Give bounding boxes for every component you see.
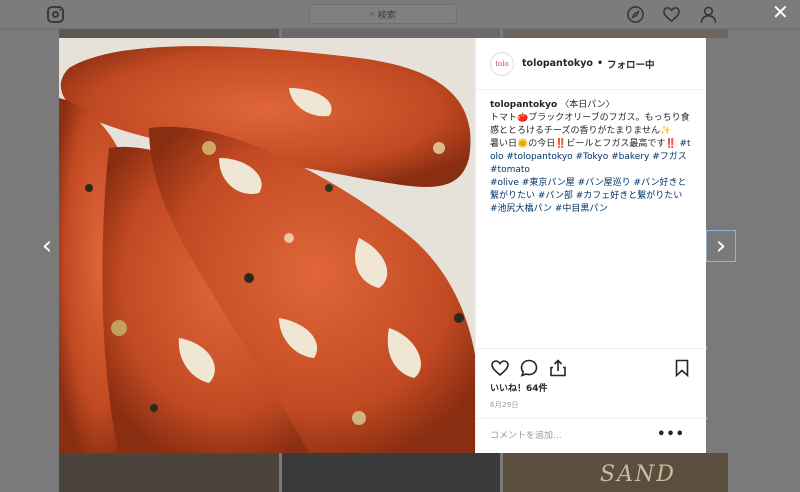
close-icon[interactable]: ✕ bbox=[772, 2, 789, 22]
post-sidebar: tolo tolopantokyo • フォロー中 tolopantokyo 〈本… bbox=[475, 38, 707, 453]
post-modal: tolo tolopantokyo • フォロー中 tolopantokyo 〈本… bbox=[59, 38, 707, 453]
background-photo-tile bbox=[282, 29, 500, 38]
caption-hashtags[interactable]: #olive #東京パン屋 #パン屋巡り #パン好きと繋がりたい #パン部 #カ… bbox=[490, 177, 692, 203]
background-photo-tile bbox=[282, 453, 500, 492]
following-button[interactable]: フォロー中 bbox=[607, 57, 655, 71]
comment-input[interactable] bbox=[490, 431, 655, 441]
share-icon[interactable] bbox=[548, 358, 568, 378]
caption-text-line: 〈本日パン〉 bbox=[560, 100, 615, 110]
background-photo-tile bbox=[59, 29, 279, 38]
post-date[interactable]: 6月29日 bbox=[490, 400, 519, 410]
caption-hashtags[interactable]: #池尻大橋パン #中目黒パン bbox=[490, 203, 692, 216]
search-icon: ⌕ bbox=[370, 9, 375, 18]
post-header: tolo tolopantokyo • フォロー中 bbox=[476, 38, 706, 90]
fougasse-bread-image bbox=[59, 38, 475, 453]
instagram-icon[interactable] bbox=[47, 6, 64, 23]
search-placeholder: 検索 bbox=[377, 10, 396, 21]
post-photo[interactable] bbox=[59, 38, 475, 453]
heart-icon[interactable] bbox=[662, 5, 681, 24]
background-photo-tile bbox=[503, 29, 728, 38]
post-username[interactable]: tolopantokyo bbox=[522, 58, 593, 69]
like-count[interactable]: いいね！64件 bbox=[490, 381, 548, 394]
more-options-icon[interactable]: ••• bbox=[657, 427, 685, 442]
top-navigation-bar: ⌕ 検索 bbox=[0, 0, 800, 29]
bookmark-icon[interactable] bbox=[672, 358, 692, 378]
background-photo-text: SAND bbox=[600, 462, 676, 487]
person-icon[interactable] bbox=[699, 5, 718, 24]
caption-text-line: トマト🍅ブラックオリーブのフガス。もっちり食感ととろけるチーズの香りがたまりませ… bbox=[490, 113, 690, 136]
compass-icon[interactable] bbox=[626, 5, 645, 24]
like-heart-icon[interactable] bbox=[490, 358, 510, 378]
next-post-arrow[interactable]: › bbox=[706, 230, 736, 262]
comment-bar: ••• bbox=[476, 418, 707, 453]
caption-text-line: 暑い日🌞の今日‼️ビールとフガス最高です‼️ bbox=[490, 139, 677, 149]
post-caption: tolopantokyo 〈本日パン〉 トマト🍅ブラックオリーブのフガス。もっちり… bbox=[476, 90, 706, 348]
previous-post-arrow[interactable]: ‹ bbox=[32, 230, 62, 262]
search-box[interactable]: ⌕ 検索 bbox=[309, 4, 457, 24]
avatar[interactable]: tolo bbox=[490, 51, 514, 76]
separator-dot: • bbox=[596, 58, 604, 69]
caption-username[interactable]: tolopantokyo bbox=[490, 100, 557, 110]
comment-icon[interactable] bbox=[519, 358, 539, 378]
post-actions-bar bbox=[476, 348, 707, 378]
background-photo-tile bbox=[59, 453, 279, 492]
